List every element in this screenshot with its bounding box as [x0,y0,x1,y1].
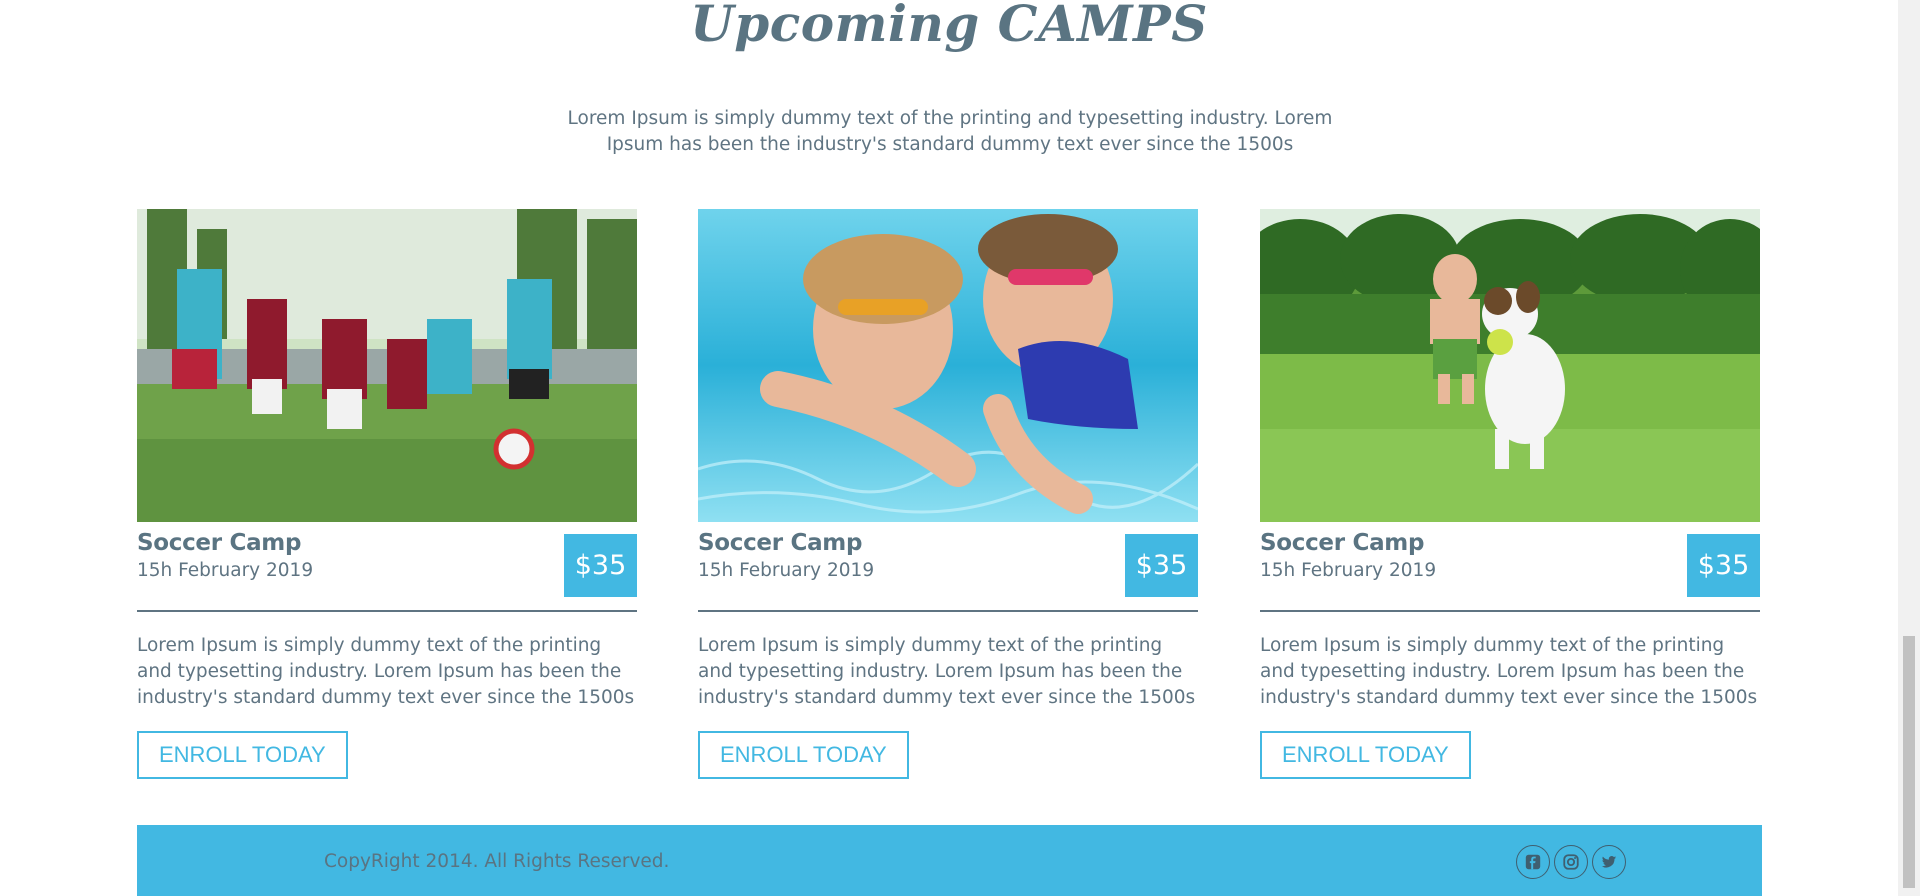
camp-description: Lorem Ipsum is simply dummy text of the … [137,635,635,708]
camp-image-swimming [698,209,1198,522]
camp-card: Soccer Camp 15h February 2019 $35 Lorem … [137,209,637,781]
enroll-today-button[interactable]: ENROLL TODAY [1260,731,1471,779]
camp-card: Soccer Camp 15h February 2019 $35 Lorem … [1260,209,1760,781]
camp-title: Soccer Camp [1260,530,1425,556]
instagram-icon[interactable] [1554,845,1588,879]
divider [137,610,637,612]
social-links [1516,845,1626,879]
section-heading: Upcoming CAMPS [690,0,1208,53]
camp-price-badge: $35 [1687,534,1760,597]
camp-image-soccer [137,209,637,522]
enroll-today-button[interactable]: ENROLL TODAY [698,731,909,779]
camp-date: 15h February 2019 [698,560,875,581]
page-scrollbar[interactable] [1898,0,1920,896]
divider [698,610,1198,612]
camp-title: Soccer Camp [698,530,863,556]
camp-description: Lorem Ipsum is simply dummy text of the … [698,635,1196,708]
camp-date: 15h February 2019 [137,560,314,581]
facebook-icon[interactable] [1516,845,1550,879]
camp-price-badge: $35 [1125,534,1198,597]
scrollbar-thumb[interactable] [1903,636,1915,888]
camp-card: Soccer Camp 15h February 2019 $35 Lorem … [698,209,1198,781]
camp-date: 15h February 2019 [1260,560,1437,581]
camp-description: Lorem Ipsum is simply dummy text of the … [1260,635,1758,708]
camp-image-dog [1260,209,1760,522]
footer: CopyRight 2014. All Rights Reserved. [137,825,1762,896]
section-intro: Lorem Ipsum is simply dummy text of the … [567,108,1333,155]
copyright-text: CopyRight 2014. All Rights Reserved. [324,851,670,872]
camp-title: Soccer Camp [137,530,302,556]
divider [1260,610,1760,612]
enroll-today-button[interactable]: ENROLL TODAY [137,731,348,779]
camp-price-badge: $35 [564,534,637,597]
twitter-icon[interactable] [1592,845,1626,879]
